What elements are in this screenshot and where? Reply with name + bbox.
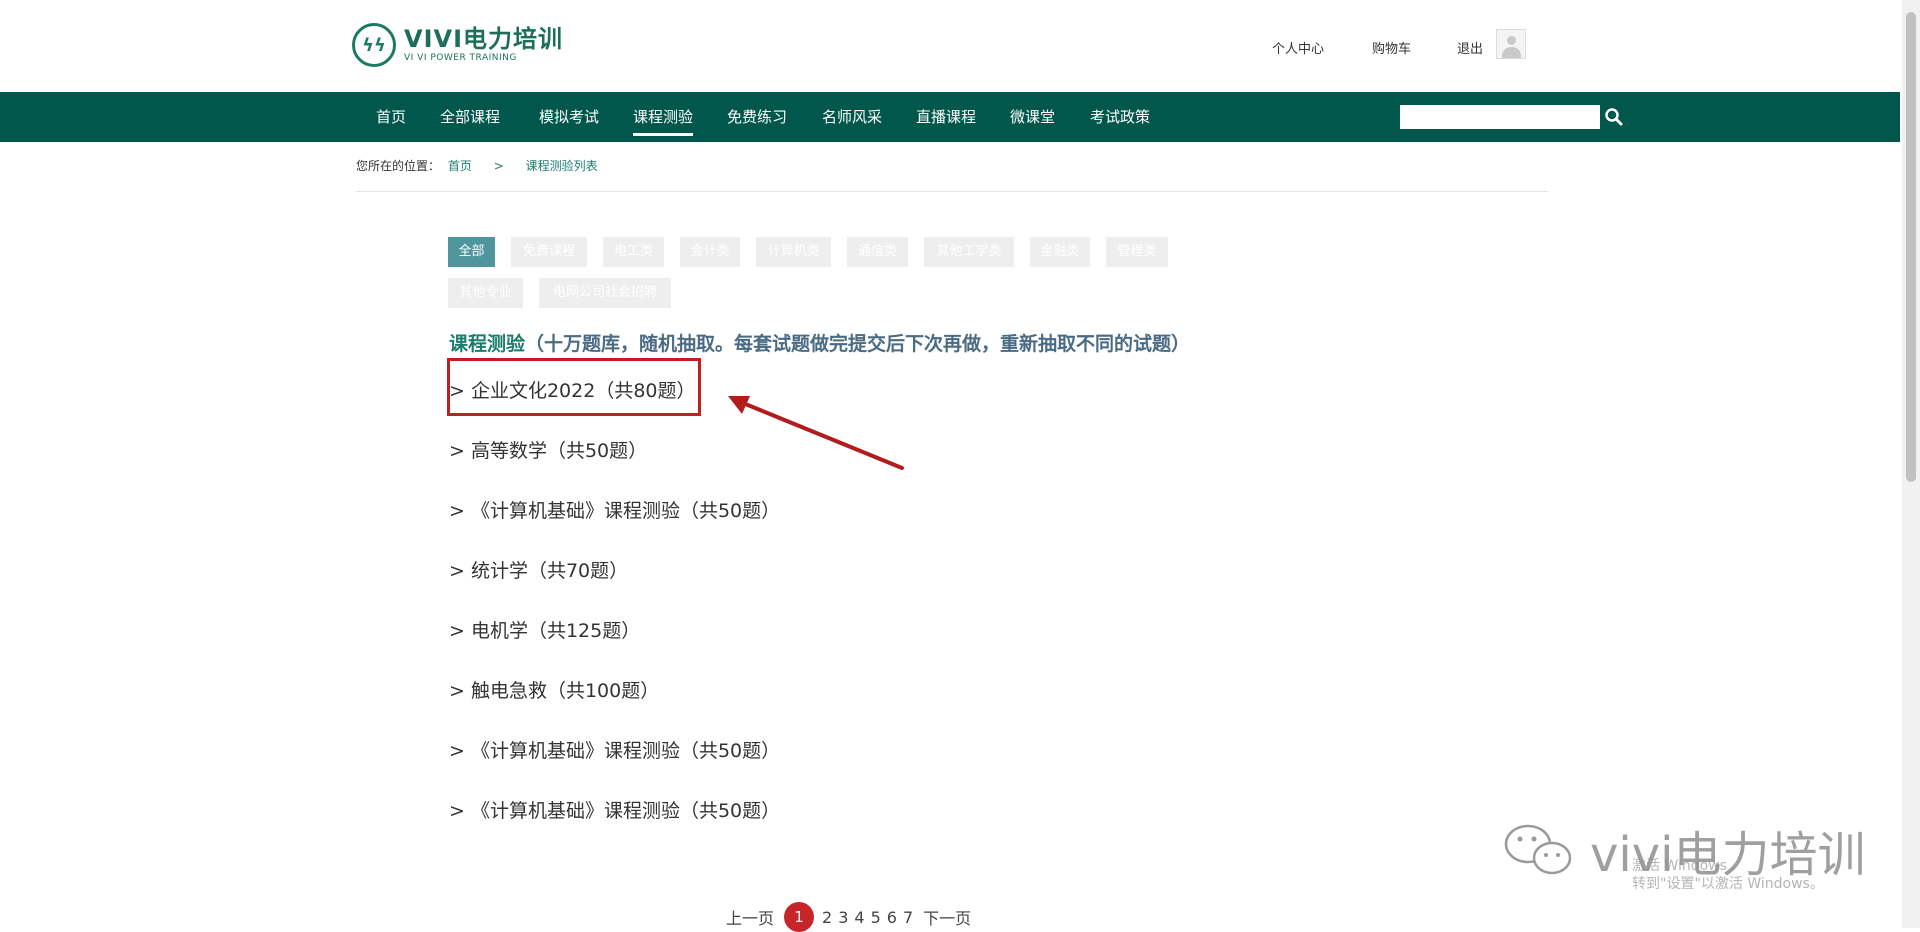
category-free-courses[interactable]: 免费课程 bbox=[511, 237, 587, 267]
avatar-head-icon bbox=[1507, 36, 1516, 45]
site-logo[interactable]: ϟϟ VIVI电力培训 VI VI POWER TRAINING bbox=[352, 23, 563, 67]
wechat-icon bbox=[1504, 824, 1572, 875]
test-item[interactable]: > 《计算机基础》课程测验（共50题） bbox=[449, 496, 780, 523]
nav-micro-class[interactable]: 微课堂 bbox=[1010, 92, 1055, 142]
prev-page-link[interactable]: 上一页 bbox=[726, 905, 774, 929]
category-other-engineering[interactable]: 其他工学类 bbox=[924, 237, 1014, 267]
nav-home[interactable]: 首页 bbox=[376, 92, 406, 142]
category-communication[interactable]: 通信类 bbox=[847, 237, 908, 267]
nav-mock-exam[interactable]: 模拟考试 bbox=[539, 92, 599, 142]
logo-title: VIVI电力培训 bbox=[404, 25, 564, 53]
annotation-arrow-icon bbox=[728, 396, 904, 470]
avatar-body-icon bbox=[1502, 47, 1521, 58]
page-scrollbar[interactable] bbox=[1902, 0, 1920, 928]
page-link[interactable]: 4 bbox=[854, 908, 864, 927]
breadcrumb-separator: > bbox=[493, 159, 504, 173]
nav-course-test[interactable]: 课程测验 bbox=[633, 92, 694, 142]
breadcrumb-divider bbox=[356, 191, 1548, 192]
logo-subtitle: VI VI POWER TRAINING bbox=[404, 53, 517, 63]
site-header: ϟϟ VIVI电力培训 VI VI POWER TRAINING 个人中心 购物… bbox=[0, 0, 1900, 92]
category-computer[interactable]: 计算机类 bbox=[756, 237, 831, 267]
page-link[interactable]: 5 bbox=[871, 908, 881, 927]
highlight-box-annotation bbox=[447, 358, 701, 416]
nav-live-courses[interactable]: 直播课程 bbox=[916, 92, 976, 142]
breadcrumb: 您所在的位置： 首页 > 课程测验列表 bbox=[356, 157, 598, 174]
test-item[interactable]: > 触电急救（共100题） bbox=[449, 676, 659, 703]
avatar[interactable] bbox=[1496, 29, 1526, 59]
test-item[interactable]: > 电机学（共125题） bbox=[449, 616, 640, 643]
nav-exam-policy[interactable]: 考试政策 bbox=[1090, 92, 1150, 142]
category-accounting[interactable]: 会计类 bbox=[680, 237, 740, 267]
breadcrumb-prefix: 您所在的位置： bbox=[356, 159, 441, 173]
section-title-description: （十万题库，随机抽取。每套试题做完提交后下次再做，重新抽取不同的试题） bbox=[525, 333, 1191, 355]
search-icon[interactable] bbox=[1603, 106, 1625, 128]
search-input[interactable] bbox=[1400, 105, 1600, 129]
cart-link[interactable]: 购物车 bbox=[1372, 38, 1411, 57]
breadcrumb-current[interactable]: 课程测验列表 bbox=[526, 159, 598, 173]
logo-text: VIVI电力培训 VI VI POWER TRAINING bbox=[404, 27, 563, 63]
category-management[interactable]: 管理类 bbox=[1106, 237, 1168, 267]
page-link[interactable]: 3 bbox=[838, 908, 848, 927]
page-link[interactable]: 6 bbox=[887, 908, 897, 927]
category-finance[interactable]: 金融类 bbox=[1030, 237, 1090, 267]
category-other-majors[interactable]: 其他专业 bbox=[448, 278, 523, 308]
personal-center-link[interactable]: 个人中心 bbox=[1272, 38, 1324, 57]
category-all[interactable]: 全部 bbox=[448, 237, 495, 267]
next-page-link[interactable]: 下一页 bbox=[923, 905, 971, 929]
test-item[interactable]: > 高等数学（共50题） bbox=[449, 436, 647, 463]
nav-teachers[interactable]: 名师风采 bbox=[822, 92, 882, 142]
test-item[interactable]: > 统计学（共70题） bbox=[449, 556, 628, 583]
section-title: 课程测验（十万题库，随机抽取。每套试题做完提交后下次再做，重新抽取不同的试题） bbox=[449, 329, 1190, 356]
scrollbar-thumb[interactable] bbox=[1906, 12, 1916, 482]
breadcrumb-home-link[interactable]: 首页 bbox=[448, 159, 472, 173]
test-item[interactable]: > 《计算机基础》课程测验（共50题） bbox=[449, 736, 780, 763]
category-grid-recruitment[interactable]: 电网公司社会招聘 bbox=[539, 278, 671, 308]
page-link[interactable]: 7 bbox=[903, 908, 913, 927]
section-title-highlight: 课程测验 bbox=[449, 333, 526, 355]
wechat-watermark: vivi电力培训 bbox=[1500, 815, 1866, 885]
logout-link[interactable]: 退出 bbox=[1457, 38, 1483, 57]
watermark-text: vivi电力培训 bbox=[1590, 827, 1866, 883]
nav-all-courses[interactable]: 全部课程 bbox=[440, 92, 500, 142]
page-link[interactable]: 2 bbox=[822, 908, 832, 927]
category-electrician[interactable]: 电工类 bbox=[603, 237, 664, 267]
test-item[interactable]: > 《计算机基础》课程测验（共50题） bbox=[449, 796, 780, 823]
logo-emblem-icon: ϟϟ bbox=[352, 23, 396, 67]
nav-free-practice[interactable]: 免费练习 bbox=[727, 92, 787, 142]
